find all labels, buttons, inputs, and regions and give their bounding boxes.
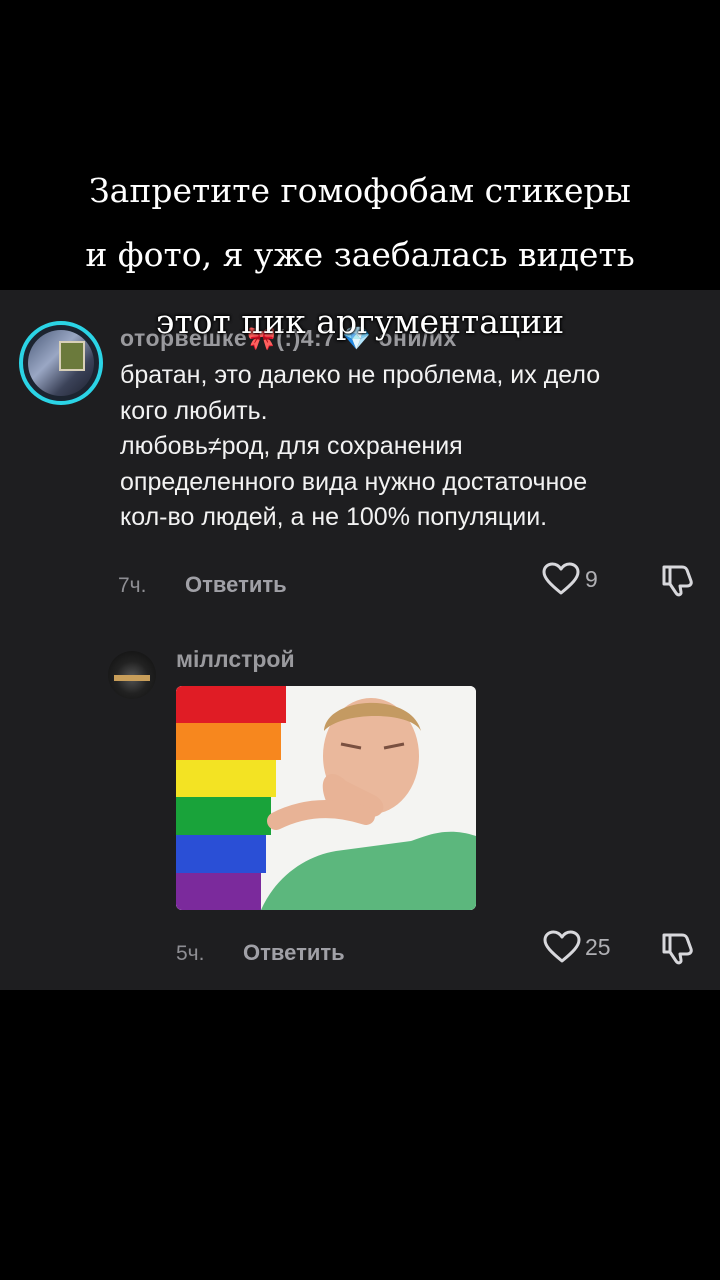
comment-text-line: определенного вида нужно достаточное	[120, 467, 588, 496]
reply-button[interactable]: Ответить	[243, 940, 345, 966]
caption-line-2: и фото, я уже заебалась видеть	[85, 235, 635, 274]
comment-timestamp: 5ч.	[176, 942, 205, 965]
comment-text-line: кол-во людей, а не 100% популяции.	[120, 503, 548, 531]
rainbow-flag-reaction-sticker[interactable]	[176, 686, 476, 910]
avatar[interactable]	[108, 651, 156, 699]
comment-timestamp: 7ч.	[118, 574, 147, 597]
reply-button[interactable]: Ответить	[185, 572, 287, 598]
caption-line-3: этот пик аргументации	[155, 302, 565, 341]
heart-icon[interactable]	[543, 930, 581, 964]
comment-username[interactable]: міллстрой	[176, 646, 295, 673]
dislike-icon[interactable]	[660, 562, 696, 598]
like-count: 25	[585, 934, 611, 960]
comment-text-line: братан, это далеко не проблема, их дело	[120, 361, 601, 389]
comment-text: братан, это далеко не проблема, их дело …	[120, 358, 710, 536]
like-count: 9	[585, 566, 598, 592]
dislike-icon[interactable]	[660, 930, 696, 966]
heart-icon[interactable]	[542, 562, 580, 596]
caption-line-1: Запретите гомофобам стикеры	[89, 171, 631, 210]
comment-text-line: любовь≠род, для сохранения	[120, 432, 463, 460]
comment-text-line: кого любить.	[120, 396, 268, 425]
